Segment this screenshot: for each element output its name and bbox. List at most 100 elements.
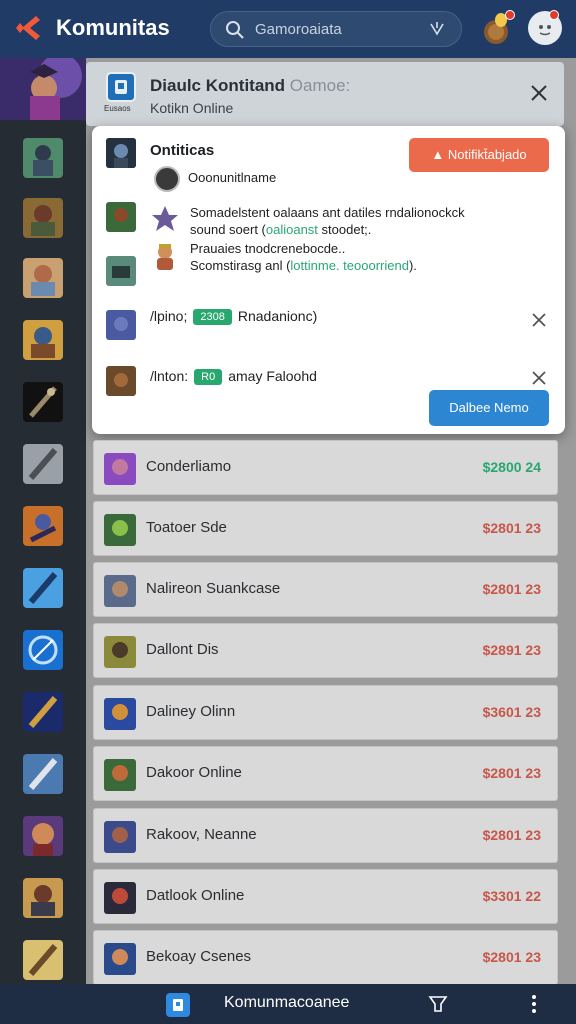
filter-icon[interactable] xyxy=(428,994,448,1014)
game-price: $2801 23 xyxy=(482,581,541,597)
game-row[interactable]: Toatoer Sde $2801 23 xyxy=(93,501,558,556)
game-thumbnail xyxy=(104,882,136,914)
close-icon[interactable] xyxy=(530,84,548,102)
game-thumbnail xyxy=(104,698,136,730)
notification-line-pre: Scomstirasg anl ( xyxy=(190,258,291,273)
notification-text: Somadelstent oalaans ant datiles rndalio… xyxy=(190,204,465,238)
game-thumbnail xyxy=(104,943,136,975)
community-title-text: Diaulc Kontitand xyxy=(150,76,286,95)
community-logo-icon xyxy=(115,80,127,94)
featured-game-banner[interactable] xyxy=(0,58,86,120)
notification-line-post: stoodet;. xyxy=(317,222,372,237)
notification-line-2: sound soert (oalioanst stoodet;. xyxy=(190,221,465,238)
search-icon xyxy=(226,21,244,39)
notification-row: /lpino; 2308 Rnadanionc) xyxy=(150,308,318,326)
game-row[interactable]: Conderliamo $2800 24 xyxy=(93,440,558,495)
community-icon-label: Eusaos xyxy=(104,104,131,113)
game-thumbnail xyxy=(104,514,136,546)
notification-line: Somadelstent oalaans ant datiles rndalio… xyxy=(190,205,465,220)
search-bar[interactable]: Gamoroaiata xyxy=(210,11,462,47)
rail-game-thumb[interactable] xyxy=(23,382,63,422)
game-thumbnail xyxy=(104,575,136,607)
game-name: Conderliamo xyxy=(146,458,232,475)
game-price: $2891 23 xyxy=(482,642,541,658)
rail-game-thumb[interactable] xyxy=(23,692,63,732)
confirm-button[interactable]: Dalbee Nemo xyxy=(429,390,549,426)
app-logo-icon[interactable] xyxy=(14,13,44,43)
app-title: Komunitas xyxy=(56,15,170,40)
notification-thumb xyxy=(106,310,136,340)
dismiss-icon[interactable] xyxy=(531,370,547,386)
game-name: Bekoay Csenes xyxy=(146,948,252,965)
game-price: $3301 22 xyxy=(482,888,541,904)
game-row[interactable]: Dakoor Online $2801 23 xyxy=(93,746,558,801)
game-row[interactable]: Dallont Dis $2891 23 xyxy=(93,623,558,678)
rail-game-thumb[interactable] xyxy=(23,754,63,794)
community-title: Diaulc Kontitand Oamoe: xyxy=(150,76,350,96)
game-thumbnail xyxy=(104,821,136,853)
game-thumbnail xyxy=(104,759,136,791)
notification-thumb xyxy=(106,366,136,396)
bell-icon: ▲ xyxy=(431,147,445,162)
community-subtitle: Kotikn Online xyxy=(150,100,234,116)
game-name: Rakoov, Neanne xyxy=(146,826,257,843)
rail-game-thumb[interactable] xyxy=(23,198,63,238)
notification-action-button[interactable]: ▲ Notifikt̄abjado xyxy=(409,138,549,172)
community-icon xyxy=(106,72,136,102)
notification-row-prefix: /lnton: xyxy=(150,368,189,384)
notification-owner: Ooonunitlname xyxy=(188,170,277,185)
notification-text: Prauaies tnodcrenebocde.. Scomstirasg an… xyxy=(190,240,417,274)
top-bar: Komunitas Gamoroaiata xyxy=(0,0,576,58)
rail-game-thumb[interactable] xyxy=(23,506,63,546)
game-price: $3601 23 xyxy=(482,704,541,720)
game-price: $2801 23 xyxy=(482,765,541,781)
rail-game-thumb[interactable] xyxy=(23,138,63,178)
rail-game-thumb[interactable] xyxy=(23,940,63,980)
game-price: $2801 23 xyxy=(482,949,541,965)
notification-thumb xyxy=(106,202,136,232)
community-title-suffix: Oamoe: xyxy=(289,76,351,95)
game-name: Nalireon Suankcase xyxy=(146,580,281,597)
notification-row-text: Rnadanionc) xyxy=(237,308,318,324)
game-price: $2801 23 xyxy=(482,827,541,843)
rail-game-thumb[interactable] xyxy=(23,568,63,608)
game-row[interactable]: Daliney Olinn $3601 23 xyxy=(93,685,558,740)
notification-line-post: ). xyxy=(408,258,417,273)
rail-game-thumb[interactable] xyxy=(23,878,63,918)
community-tab-icon[interactable] xyxy=(166,993,190,1017)
game-name: Dallont Dis xyxy=(146,641,219,658)
bottom-bar: Komunmacoanee xyxy=(0,984,576,1024)
dismiss-icon[interactable] xyxy=(531,312,547,328)
notification-tag: R0 xyxy=(194,369,223,386)
game-price: $2801 23 xyxy=(482,520,541,536)
game-row[interactable]: Rakoov, Neanne $2801 23 xyxy=(93,808,558,863)
notification-highlight[interactable]: lottinme. teooorriend xyxy=(290,258,409,273)
game-row[interactable]: Bekoay Csenes $2801 23 xyxy=(93,930,558,985)
notifications-title: Ontiticas xyxy=(150,142,215,159)
rail-game-thumb[interactable] xyxy=(23,630,63,670)
game-row[interactable]: Datlook Online $3301 22 xyxy=(93,869,558,924)
game-name: Dakoor Online xyxy=(146,764,242,781)
notification-row-text: amay Faloohd xyxy=(228,368,317,384)
game-name: Daliney Olinn xyxy=(146,703,236,720)
bottom-bar-label[interactable]: Komunmacoanee xyxy=(224,994,349,1012)
game-thumbnail xyxy=(104,453,136,485)
rail-game-thumb[interactable] xyxy=(23,816,63,856)
more-icon[interactable] xyxy=(530,993,538,1015)
avatar-notification-dot xyxy=(549,10,559,20)
rail-game-thumb[interactable] xyxy=(23,258,63,298)
game-row[interactable]: Nalireon Suankcase $2801 23 xyxy=(93,562,558,617)
character-icon xyxy=(157,244,173,270)
notification-action-label: Notifikt̄abjado xyxy=(447,147,527,162)
rail-game-thumb[interactable] xyxy=(23,444,63,484)
rail-game-thumb[interactable] xyxy=(23,320,63,360)
search-input[interactable]: Gamoroaiata xyxy=(255,21,342,38)
community-header-card: Eusaos Diaulc Kontitand Oamoe: Kotikn On… xyxy=(86,62,564,126)
notification-highlight[interactable]: oalioanst xyxy=(266,222,318,237)
game-price: $2800 24 xyxy=(482,459,541,475)
game-name: Datlook Online xyxy=(146,887,245,904)
notification-tag: 2308 xyxy=(193,309,232,326)
notification-game-icon xyxy=(106,138,136,168)
filter-icon[interactable] xyxy=(429,21,445,37)
notification-row-prefix: /lpino; xyxy=(150,308,188,324)
